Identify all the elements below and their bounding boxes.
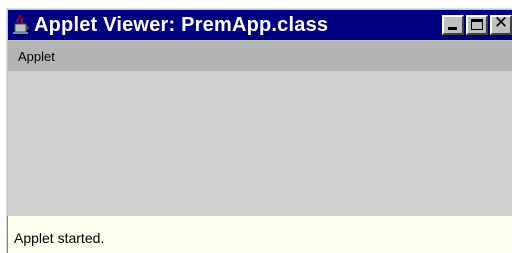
close-button[interactable]: ✕	[490, 13, 512, 35]
status-text: Applet started.	[14, 230, 105, 246]
close-icon: ✕	[493, 13, 509, 33]
maximize-button[interactable]	[466, 15, 488, 35]
menu-applet[interactable]: Applet	[18, 49, 55, 64]
applet-content-area[interactable]	[8, 71, 512, 216]
minimize-icon	[448, 27, 457, 30]
maximize-icon	[471, 19, 483, 30]
title-bar[interactable]: Applet Viewer: PremApp.class ✕	[8, 10, 512, 40]
applet-viewer-window: Applet Viewer: PremApp.class ✕ Applet Ap…	[6, 8, 512, 253]
java-cup-icon[interactable]	[11, 15, 31, 35]
window-title: Applet Viewer: PremApp.class	[34, 13, 329, 36]
minimize-button[interactable]	[442, 15, 464, 35]
caption-buttons: ✕	[440, 13, 512, 35]
status-bar: Applet started.	[7, 216, 512, 253]
menu-bar: Applet	[8, 41, 512, 71]
